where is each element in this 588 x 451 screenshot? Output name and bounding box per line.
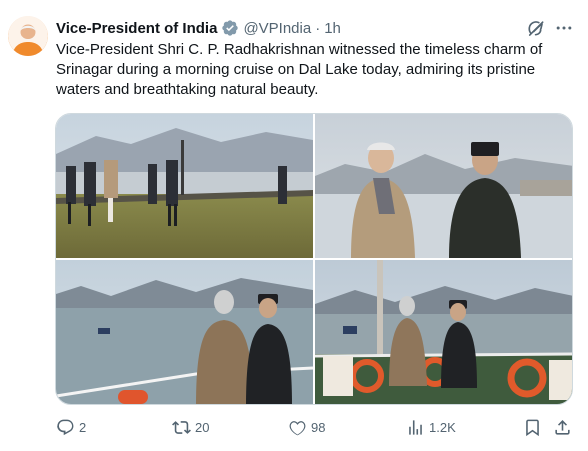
tweet-header: Vice-President of India @VPIndia · 1h <box>56 17 341 39</box>
photo-boat-deck[interactable] <box>315 260 572 404</box>
share-button[interactable] <box>553 416 572 438</box>
photo-1-image <box>56 114 313 258</box>
avatar[interactable] <box>8 16 48 56</box>
views-button[interactable]: 1.2K <box>406 416 456 438</box>
share-icon <box>555 419 570 435</box>
avatar-portrait <box>8 16 48 56</box>
handle[interactable]: @VPIndia <box>243 20 311 37</box>
views-count: 1.2K <box>429 419 456 435</box>
bookmark-icon <box>526 419 539 436</box>
action-bar: 2 20 98 1.2K <box>56 416 576 438</box>
like-button[interactable]: 98 <box>288 416 325 438</box>
bookmark-button[interactable] <box>523 416 542 438</box>
photo-2-image <box>315 114 572 258</box>
reply-icon <box>57 419 74 435</box>
tweet-card[interactable]: Vice-President of India @VPIndia · 1h Vi… <box>0 0 588 451</box>
reply-count: 2 <box>79 419 87 435</box>
repost-icon <box>172 420 191 434</box>
media-grid <box>55 113 573 405</box>
like-count: 98 <box>311 419 326 435</box>
repost-count: 20 <box>195 419 210 435</box>
photo-boat-railing[interactable] <box>56 260 313 404</box>
grok-icon[interactable] <box>526 18 546 38</box>
photo-conversation[interactable] <box>315 114 572 258</box>
heart-icon <box>289 420 306 435</box>
repost-button[interactable]: 20 <box>172 416 209 438</box>
photo-lakeside-walk[interactable] <box>56 114 313 258</box>
timestamp[interactable]: 1h <box>324 20 341 37</box>
photo-4-image <box>315 260 572 404</box>
tweet-text: Vice-President Shri C. P. Radhakrishnan … <box>56 41 547 98</box>
photo-3-image <box>56 260 313 404</box>
verified-badge-icon[interactable] <box>221 19 239 37</box>
reply-button[interactable]: 2 <box>56 416 86 438</box>
more-options-icon[interactable] <box>553 18 575 38</box>
display-name[interactable]: Vice-President of India <box>56 20 217 37</box>
separator-dot: · <box>315 19 321 37</box>
analytics-icon <box>409 419 422 435</box>
